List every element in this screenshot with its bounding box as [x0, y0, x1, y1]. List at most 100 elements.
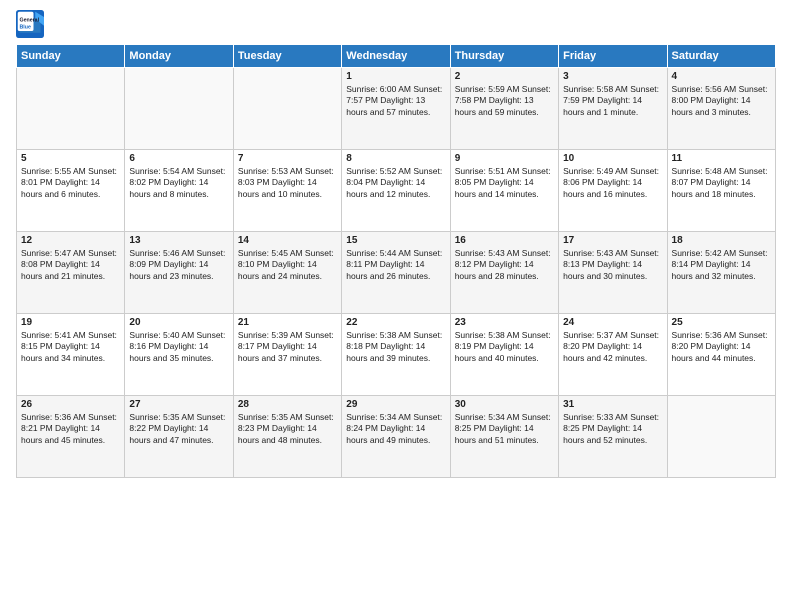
day-number: 3 [563, 71, 662, 82]
cell-content: Sunrise: 5:36 AM Sunset: 8:21 PM Dayligh… [21, 412, 120, 446]
day-number: 4 [672, 71, 771, 82]
day-number: 5 [21, 153, 120, 164]
cell-content: Sunrise: 5:41 AM Sunset: 8:15 PM Dayligh… [21, 330, 120, 364]
day-number: 21 [238, 317, 337, 328]
cell-4-5: 31 Sunrise: 5:33 AM Sunset: 8:25 PM Dayli… [559, 396, 667, 478]
day-number: 7 [238, 153, 337, 164]
page: General Blue SundayMondayTuesdayWednesda… [0, 0, 792, 612]
day-number: 11 [672, 153, 771, 164]
cell-content: Sunrise: 5:54 AM Sunset: 8:02 PM Dayligh… [129, 166, 228, 200]
cell-content: Sunrise: 5:43 AM Sunset: 8:13 PM Dayligh… [563, 248, 662, 282]
cell-1-2: 7 Sunrise: 5:53 AM Sunset: 8:03 PM Daylig… [233, 150, 341, 232]
day-number: 30 [455, 399, 554, 410]
day-number: 19 [21, 317, 120, 328]
cell-4-2: 28 Sunrise: 5:35 AM Sunset: 8:23 PM Dayli… [233, 396, 341, 478]
day-number: 31 [563, 399, 662, 410]
cell-content: Sunrise: 5:48 AM Sunset: 8:07 PM Dayligh… [672, 166, 771, 200]
col-header-friday: Friday [559, 45, 667, 68]
col-header-wednesday: Wednesday [342, 45, 450, 68]
cell-3-1: 20 Sunrise: 5:40 AM Sunset: 8:16 PM Dayli… [125, 314, 233, 396]
week-row-4: 26Sunrise: 5:36 AM Sunset: 8:21 PM Dayli… [17, 396, 776, 478]
col-header-monday: Monday [125, 45, 233, 68]
svg-text:Blue: Blue [20, 24, 31, 30]
header-row: SundayMondayTuesdayWednesdayThursdayFrid… [17, 45, 776, 68]
cell-0-6: 4 Sunrise: 5:56 AM Sunset: 8:00 PM Daylig… [667, 68, 775, 150]
cell-2-0: 12 Sunrise: 5:47 AM Sunset: 8:08 PM Dayli… [17, 232, 125, 314]
day-number: 27 [129, 399, 228, 410]
day-number: 1 [346, 71, 445, 82]
cell-content: Sunrise: 5:42 AM Sunset: 8:14 PM Dayligh… [672, 248, 771, 282]
cell-content: Sunrise: 5:58 AM Sunset: 7:59 PM Dayligh… [563, 84, 662, 118]
day-number: 14 [238, 235, 337, 246]
cell-2-6: 18 Sunrise: 5:42 AM Sunset: 8:14 PM Dayli… [667, 232, 775, 314]
cell-content: Sunrise: 5:56 AM Sunset: 8:00 PM Dayligh… [672, 84, 771, 118]
col-header-tuesday: Tuesday [233, 45, 341, 68]
week-row-1: 5 Sunrise: 5:55 AM Sunset: 8:01 PM Daylig… [17, 150, 776, 232]
cell-content: Sunrise: 5:34 AM Sunset: 8:25 PM Dayligh… [455, 412, 554, 446]
cell-2-4: 16Sunrise: 5:43 AM Sunset: 8:12 PM Dayli… [450, 232, 558, 314]
day-number: 28 [238, 399, 337, 410]
cell-content: Sunrise: 5:35 AM Sunset: 8:23 PM Dayligh… [238, 412, 337, 446]
header: General Blue [16, 10, 776, 38]
cell-4-6 [667, 396, 775, 478]
day-number: 23 [455, 317, 554, 328]
cell-content: Sunrise: 5:53 AM Sunset: 8:03 PM Dayligh… [238, 166, 337, 200]
cell-content: Sunrise: 5:51 AM Sunset: 8:05 PM Dayligh… [455, 166, 554, 200]
cell-4-3: 29 Sunrise: 5:34 AM Sunset: 8:24 PM Dayli… [342, 396, 450, 478]
day-number: 29 [346, 399, 445, 410]
day-number: 9 [455, 153, 554, 164]
col-header-thursday: Thursday [450, 45, 558, 68]
cell-content: Sunrise: 5:46 AM Sunset: 8:09 PM Dayligh… [129, 248, 228, 282]
cell-2-1: 13 Sunrise: 5:46 AM Sunset: 8:09 PM Dayli… [125, 232, 233, 314]
cell-0-1 [125, 68, 233, 150]
svg-text:General: General [20, 17, 40, 23]
calendar-table: SundayMondayTuesdayWednesdayThursdayFrid… [16, 44, 776, 478]
cell-1-1: 6Sunrise: 5:54 AM Sunset: 8:02 PM Daylig… [125, 150, 233, 232]
cell-content: Sunrise: 5:52 AM Sunset: 8:04 PM Dayligh… [346, 166, 445, 200]
cell-0-5: 3 Sunrise: 5:58 AM Sunset: 7:59 PM Daylig… [559, 68, 667, 150]
cell-1-3: 8 Sunrise: 5:52 AM Sunset: 8:04 PM Daylig… [342, 150, 450, 232]
day-number: 13 [129, 235, 228, 246]
day-number: 10 [563, 153, 662, 164]
col-header-saturday: Saturday [667, 45, 775, 68]
cell-0-4: 2Sunrise: 5:59 AM Sunset: 7:58 PM Daylig… [450, 68, 558, 150]
day-number: 2 [455, 71, 554, 82]
cell-2-5: 17 Sunrise: 5:43 AM Sunset: 8:13 PM Dayli… [559, 232, 667, 314]
cell-content: Sunrise: 5:47 AM Sunset: 8:08 PM Dayligh… [21, 248, 120, 282]
day-number: 22 [346, 317, 445, 328]
logo-icon: General Blue [16, 10, 44, 38]
cell-content: Sunrise: 5:44 AM Sunset: 8:11 PM Dayligh… [346, 248, 445, 282]
cell-1-4: 9 Sunrise: 5:51 AM Sunset: 8:05 PM Daylig… [450, 150, 558, 232]
cell-content: Sunrise: 5:34 AM Sunset: 8:24 PM Dayligh… [346, 412, 445, 446]
day-number: 17 [563, 235, 662, 246]
cell-content: Sunrise: 5:55 AM Sunset: 8:01 PM Dayligh… [21, 166, 120, 200]
day-number: 25 [672, 317, 771, 328]
cell-3-5: 24Sunrise: 5:37 AM Sunset: 8:20 PM Dayli… [559, 314, 667, 396]
day-number: 8 [346, 153, 445, 164]
cell-3-2: 21 Sunrise: 5:39 AM Sunset: 8:17 PM Dayli… [233, 314, 341, 396]
cell-1-0: 5 Sunrise: 5:55 AM Sunset: 8:01 PM Daylig… [17, 150, 125, 232]
cell-content: Sunrise: 5:39 AM Sunset: 8:17 PM Dayligh… [238, 330, 337, 364]
cell-content: Sunrise: 5:43 AM Sunset: 8:12 PM Dayligh… [455, 248, 554, 282]
week-row-2: 12 Sunrise: 5:47 AM Sunset: 8:08 PM Dayli… [17, 232, 776, 314]
cell-content: Sunrise: 5:36 AM Sunset: 8:20 PM Dayligh… [672, 330, 771, 364]
cell-4-4: 30 Sunrise: 5:34 AM Sunset: 8:25 PM Dayli… [450, 396, 558, 478]
cell-4-0: 26Sunrise: 5:36 AM Sunset: 8:21 PM Dayli… [17, 396, 125, 478]
cell-content: Sunrise: 5:35 AM Sunset: 8:22 PM Dayligh… [129, 412, 228, 446]
cell-content: Sunrise: 5:49 AM Sunset: 8:06 PM Dayligh… [563, 166, 662, 200]
week-row-0: 1Sunrise: 6:00 AM Sunset: 7:57 PM Daylig… [17, 68, 776, 150]
cell-content: Sunrise: 5:33 AM Sunset: 8:25 PM Dayligh… [563, 412, 662, 446]
day-number: 18 [672, 235, 771, 246]
cell-content: Sunrise: 5:38 AM Sunset: 8:19 PM Dayligh… [455, 330, 554, 364]
cell-2-3: 15Sunrise: 5:44 AM Sunset: 8:11 PM Dayli… [342, 232, 450, 314]
cell-3-0: 19 Sunrise: 5:41 AM Sunset: 8:15 PM Dayli… [17, 314, 125, 396]
cell-0-2 [233, 68, 341, 150]
cell-4-1: 27 Sunrise: 5:35 AM Sunset: 8:22 PM Dayli… [125, 396, 233, 478]
cell-0-0 [17, 68, 125, 150]
cell-content: Sunrise: 5:37 AM Sunset: 8:20 PM Dayligh… [563, 330, 662, 364]
cell-content: Sunrise: 5:40 AM Sunset: 8:16 PM Dayligh… [129, 330, 228, 364]
day-number: 12 [21, 235, 120, 246]
logo: General Blue [16, 10, 48, 38]
day-number: 20 [129, 317, 228, 328]
cell-3-3: 22Sunrise: 5:38 AM Sunset: 8:18 PM Dayli… [342, 314, 450, 396]
